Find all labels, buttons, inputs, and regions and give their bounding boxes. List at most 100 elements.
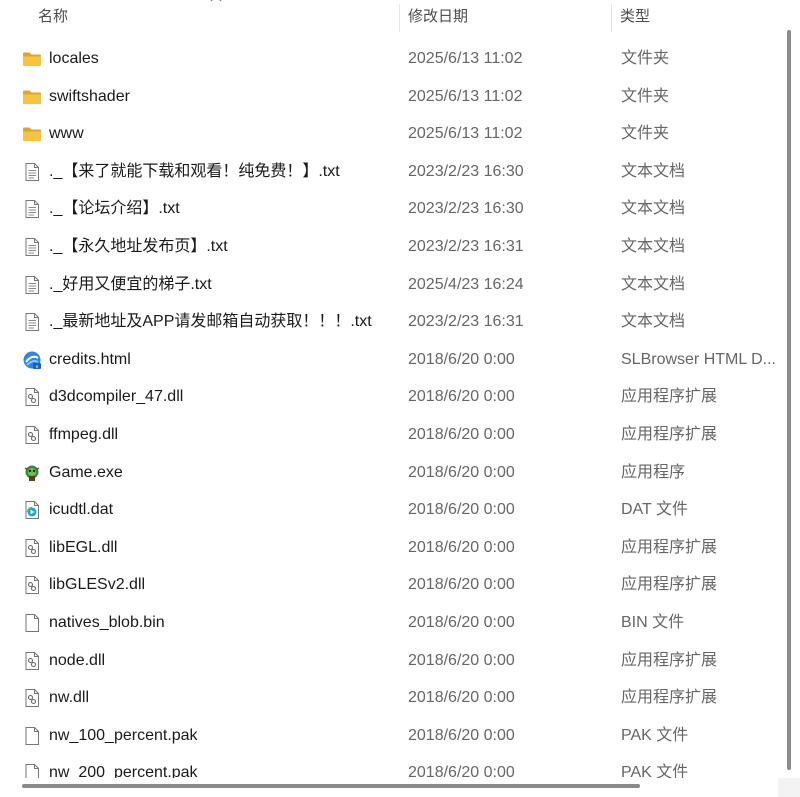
file-name: nw_100_percent.pak [49,726,198,744]
file-modified-date: 2023/2/23 16:30 [408,200,524,218]
file-name: Game.exe [49,463,123,481]
blank-file-icon [22,613,42,633]
file-row[interactable]: ._【来了就能下载和观看！纯免费！】.txt 2023/2/23 16:30 文本文… [0,153,778,190]
file-modified-date: 2018/6/20 0:00 [408,501,515,519]
file-row[interactable]: e credits.html 2018/6/20 0:00 SLBrowser HTM… [0,341,778,378]
file-modified-date: 2025/6/13 11:02 [408,87,523,105]
file-modified-date: 2018/6/20 0:00 [408,651,515,669]
file-modified-date: 2018/6/20 0:00 [408,689,515,707]
file-type: 文本文档 [621,200,686,218]
file-name: icudtl.dat [49,501,114,519]
text-file-icon [22,275,42,295]
vertical-scrollbar[interactable] [778,0,800,778]
text-file-icon [22,237,42,257]
media-file-icon [22,500,42,520]
file-modified-date: 2018/6/20 0:00 [408,614,515,631]
column-header-date-label: 修改日期 [408,8,469,25]
file-modified-date: 2018/6/20 0:00 [408,726,515,744]
file-name: credits.html [49,350,131,368]
file-name: nw.dll [49,689,90,707]
dll-file-icon [22,387,42,407]
dll-file-icon [22,425,42,445]
blank-file-icon [22,763,42,778]
file-row[interactable]: locales 2025/6/13 11:02 文件夹 [0,40,778,77]
file-row[interactable]: www 2025/6/13 11:02 文件夹 [0,115,778,152]
file-row[interactable]: libEGL.dll 2018/6/20 0:00 应用程序扩展 [0,529,778,566]
file-row[interactable]: ._最新地址及APP请发邮箱自动获取！！！.txt 2023/2/23 16:31… [0,303,778,340]
file-type: 应用程序 [621,463,686,481]
file-type: DAT 文件 [621,501,688,519]
sort-ascending-icon [210,0,222,2]
file-name: libEGL.dll [49,538,118,556]
file-row[interactable]: nw_100_percent.pak 2018/6/20 0:00 PAK 文件 [0,717,778,754]
file-type: 文本文档 [621,313,686,331]
file-type: 文本文档 [621,238,686,255]
file-row[interactable]: ._【永久地址发布页】.txt 2023/2/23 16:31 文本文档 [0,228,778,265]
file-row[interactable]: d3dcompiler_47.dll 2018/6/20 0:00 应用程序扩展 [0,378,778,415]
file-modified-date: 2018/6/20 0:00 [408,576,515,594]
file-row[interactable]: icudtl.dat 2018/6/20 0:00 DAT 文件 [0,491,778,528]
dll-file-icon [22,688,42,708]
file-row[interactable]: ._【论坛介绍】.txt 2023/2/23 16:30 文本文档 [0,190,778,227]
file-name: natives_blob.bin [49,614,165,631]
file-name: nw_200_percent.pak [49,764,198,778]
file-modified-date: 2018/6/20 0:00 [408,426,515,443]
file-type: BIN 文件 [621,614,685,631]
file-modified-date: 2025/6/13 11:02 [408,125,523,143]
folder-icon [22,49,42,69]
file-type: 应用程序扩展 [621,388,718,406]
file-modified-date: 2023/2/23 16:31 [408,313,524,331]
file-type: 应用程序扩展 [621,426,718,443]
column-header-name-label: 名称 [38,8,69,25]
text-file-icon [22,162,42,182]
file-type: 文件夹 [621,50,670,67]
column-header-name[interactable]: 名称 [0,0,400,34]
file-modified-date: 2018/6/20 0:00 [408,388,515,406]
horizontal-scrollbar[interactable] [0,778,778,797]
game-exe-icon [22,463,42,483]
file-name: libGLESv2.dll [49,576,146,594]
file-row[interactable]: node.dll 2018/6/20 0:00 应用程序扩展 [0,642,778,679]
text-file-icon [22,199,42,219]
file-name: ffmpeg.dll [49,426,119,443]
file-type: SLBrowser HTML D... [621,350,776,368]
file-row[interactable]: Game.exe 2018/6/20 0:00 应用程序 [0,454,778,491]
file-type: 文件夹 [621,125,670,143]
file-modified-date: 2018/6/20 0:00 [408,538,515,556]
file-name: d3dcompiler_47.dll [49,388,184,406]
file-modified-date: 2018/6/20 0:00 [408,463,515,481]
file-row[interactable]: nw.dll 2018/6/20 0:00 应用程序扩展 [0,679,778,716]
folder-icon [22,124,42,144]
file-row[interactable]: natives_blob.bin 2018/6/20 0:00 BIN 文件 [0,604,778,641]
horizontal-scroll-thumb[interactable] [22,784,640,788]
file-row[interactable]: ._好用又便宜的梯子.txt 2025/4/23 16:24 文本文档 [0,266,778,303]
column-header-bar: 名称 修改日期 类型 [0,0,778,34]
svg-text:e: e [36,365,39,370]
browser-html-icon: e [22,350,42,370]
file-row[interactable]: ffmpeg.dll 2018/6/20 0:00 应用程序扩展 [0,416,778,453]
column-header-date[interactable]: 修改日期 [400,0,612,34]
file-type: 应用程序扩展 [621,689,718,707]
file-name: ._【永久地址发布页】.txt [49,238,228,255]
column-header-type[interactable]: 类型 [612,0,778,34]
file-modified-date: 2025/6/13 11:02 [408,50,523,67]
dll-file-icon [22,538,42,558]
file-row[interactable]: libGLESv2.dll 2018/6/20 0:00 应用程序扩展 [0,566,778,603]
column-header-type-label: 类型 [620,8,651,25]
file-row[interactable]: nw_200_percent.pak 2018/6/20 0:00 PAK 文件 [0,754,778,778]
dll-file-icon [22,575,42,595]
file-name: ._最新地址及APP请发邮箱自动获取！！！.txt [49,313,372,331]
dll-file-icon [22,651,42,671]
file-type: 文本文档 [621,275,686,293]
file-name: node.dll [49,651,106,669]
file-modified-date: 2018/6/20 0:00 [408,350,515,368]
file-type: 文本文档 [621,162,686,180]
file-modified-date: 2023/2/23 16:30 [408,162,524,180]
file-name: ._【论坛介绍】.txt [49,200,180,218]
text-file-icon [22,312,42,332]
file-row[interactable]: swiftshader 2025/6/13 11:02 文件夹 [0,78,778,115]
vertical-scroll-thumb[interactable] [787,30,791,770]
folder-icon [22,87,42,107]
file-list-view: 名称 修改日期 类型 locales 2025/6/13 11:02 文件夹 swif… [0,0,778,778]
file-name: locales [49,50,99,67]
